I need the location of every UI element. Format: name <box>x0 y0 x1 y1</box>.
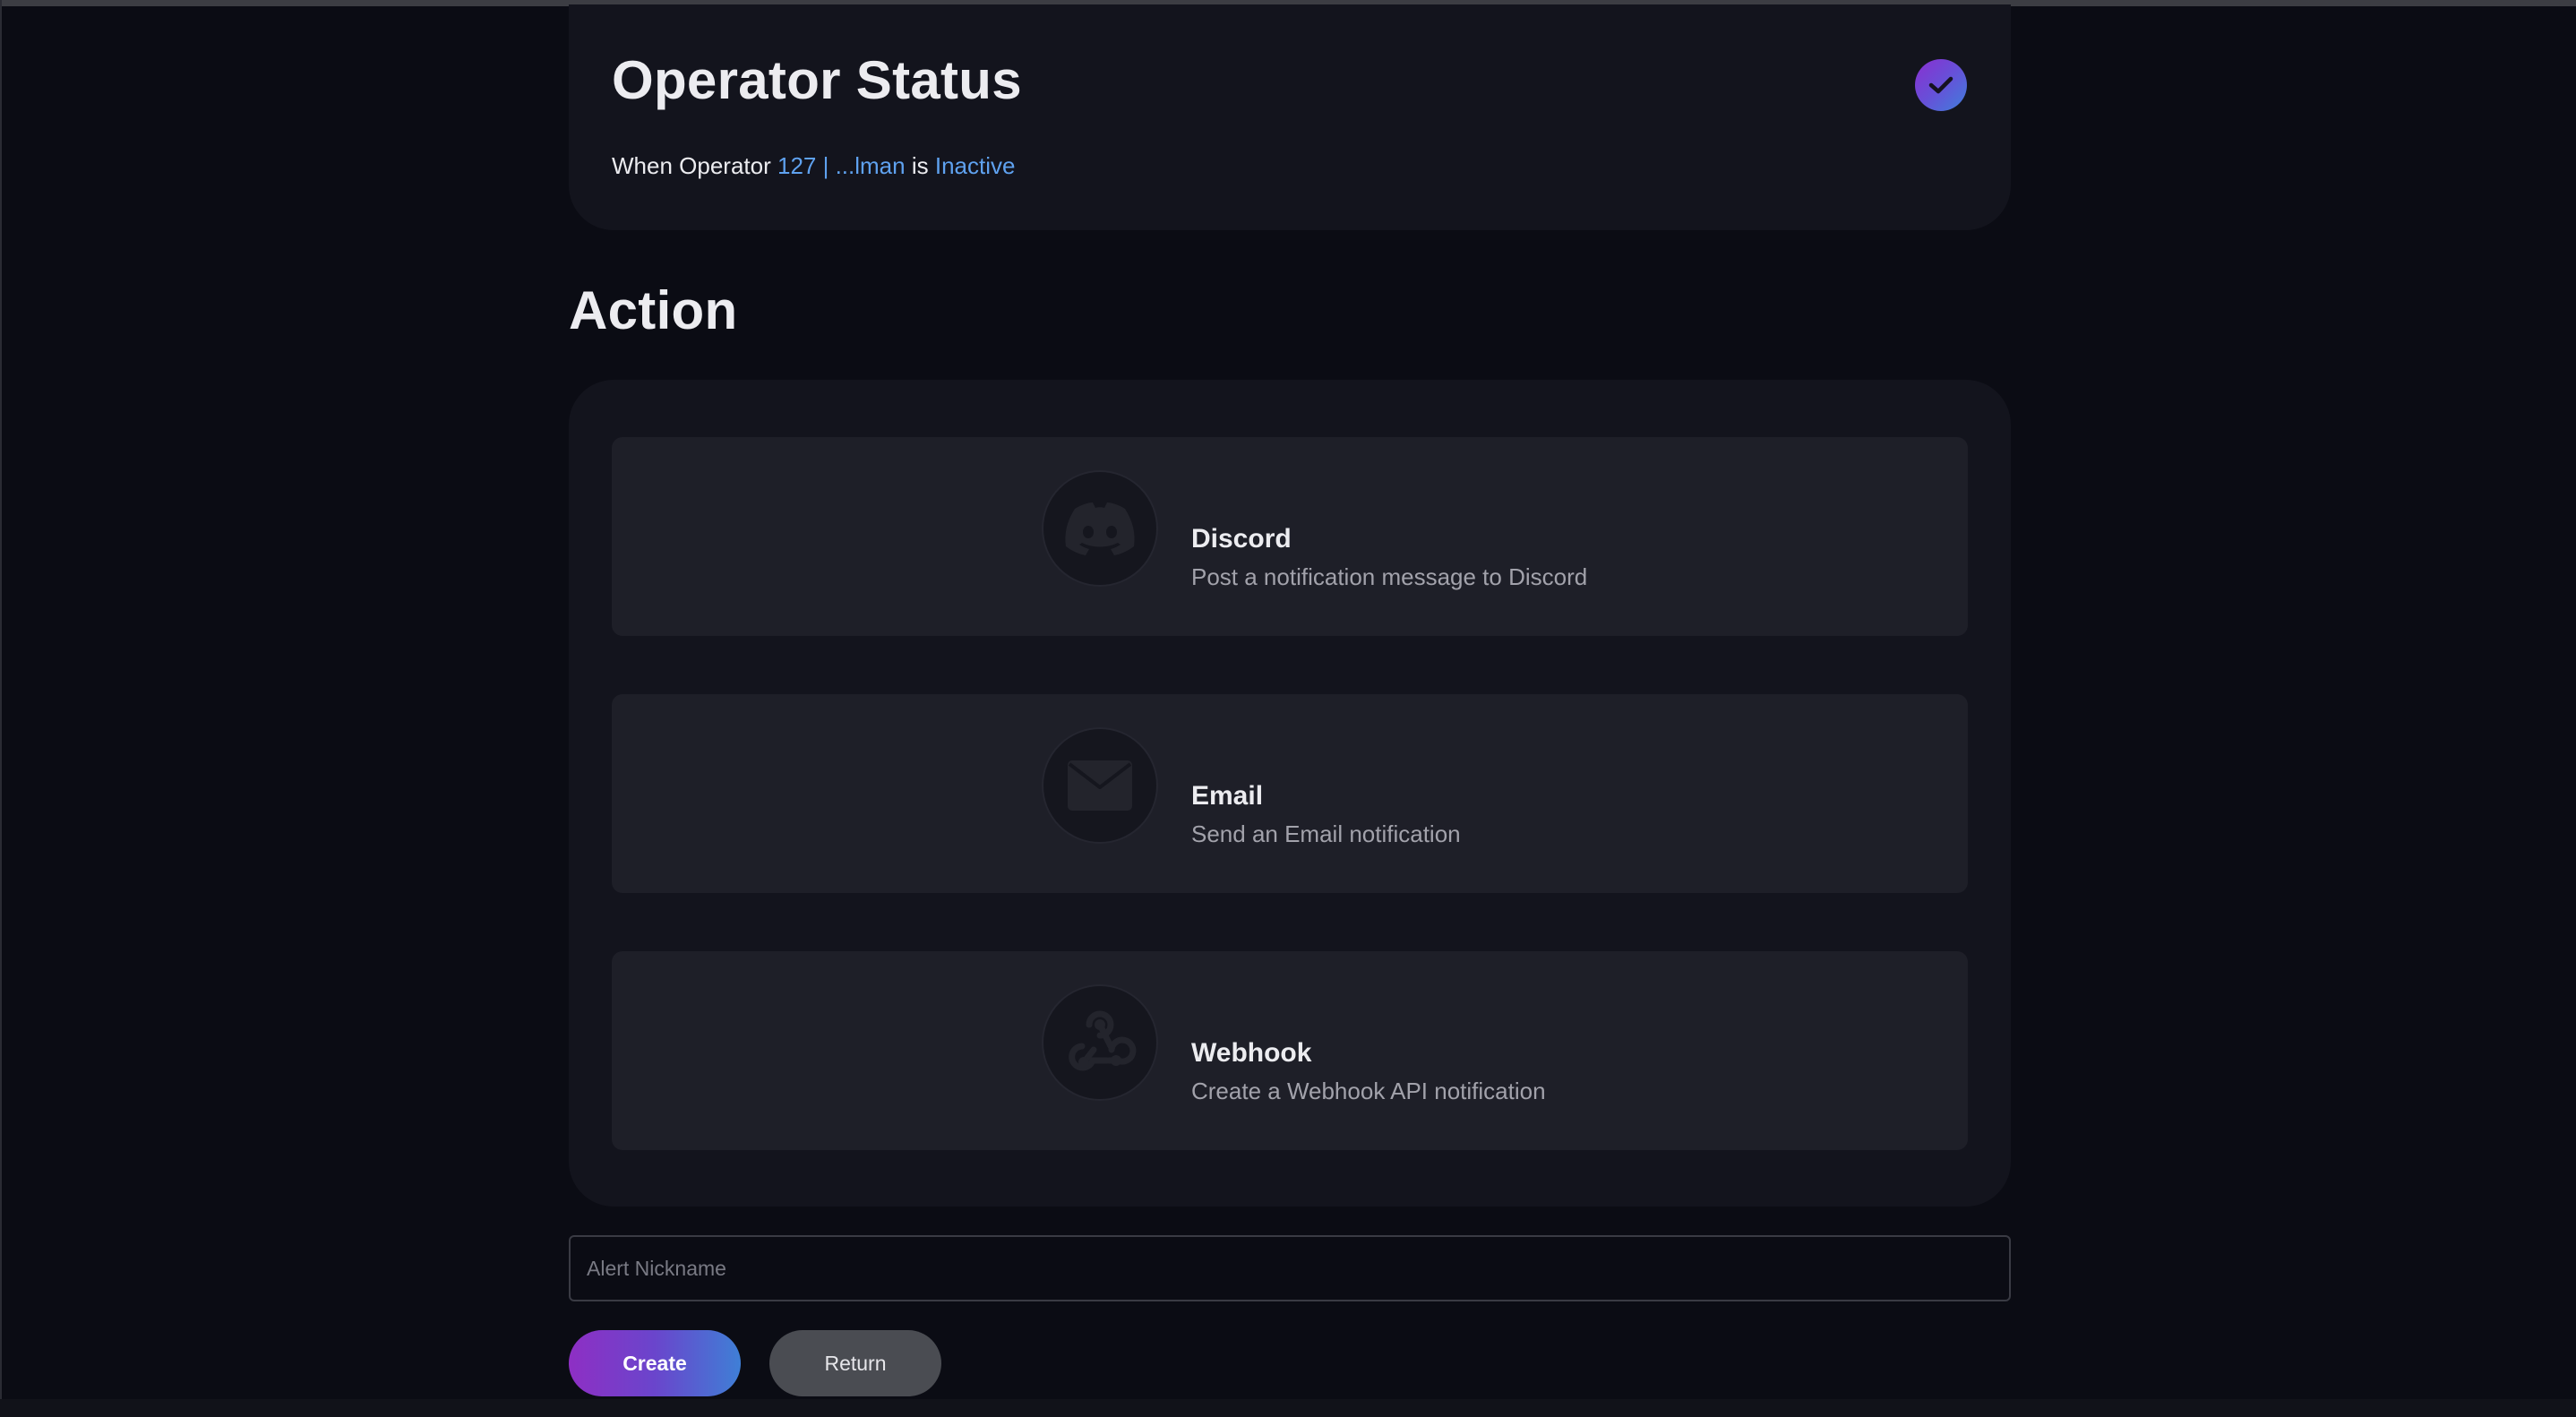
action-heading: Action <box>569 280 738 340</box>
webhook-icon <box>1042 984 1158 1101</box>
operator-link[interactable]: 127 | ...lman <box>777 152 906 179</box>
status-link[interactable]: Inactive <box>935 152 1016 179</box>
action-description: Send an Email notification <box>1191 820 1461 847</box>
action-description: Create a Webhook API notification <box>1191 1078 1546 1104</box>
operator-status-card: Operator Status When Operator 127 | ...l… <box>569 4 2011 230</box>
action-item-discord[interactable]: Discord Post a notification message to D… <box>612 437 1968 636</box>
mail-icon <box>1042 727 1158 844</box>
create-button[interactable]: Create <box>569 1330 741 1396</box>
action-panel: Discord Post a notification message to D… <box>569 380 2011 1207</box>
action-item-webhook[interactable]: Webhook Create a Webhook API notificatio… <box>612 951 1968 1150</box>
action-description: Post a notification message to Discord <box>1191 563 1588 590</box>
action-item-email[interactable]: Email Send an Email notification <box>612 694 1968 893</box>
bottom-strip <box>0 1399 2576 1417</box>
action-name: Webhook <box>1191 1038 1312 1068</box>
discord-icon <box>1042 470 1158 587</box>
mail-icon-glyph <box>1068 760 1132 811</box>
alert-nickname-input[interactable] <box>569 1235 2011 1301</box>
check-icon[interactable] <box>1915 59 1967 111</box>
action-name: Email <box>1191 781 1264 811</box>
window-left-border <box>0 0 2 1417</box>
webhook-icon-glyph <box>1069 1010 1137 1071</box>
return-button[interactable]: Return <box>769 1330 941 1396</box>
discord-icon-glyph <box>1065 502 1135 555</box>
status-desc-prefix: When Operator <box>612 152 771 179</box>
status-description: When Operator 127 | ...lman is Inactive <box>612 152 1015 180</box>
status-title: Operator Status <box>612 50 1022 110</box>
action-name: Discord <box>1191 524 1292 554</box>
check-icon-glyph <box>1928 76 1953 94</box>
status-desc-mid: is <box>911 152 929 179</box>
